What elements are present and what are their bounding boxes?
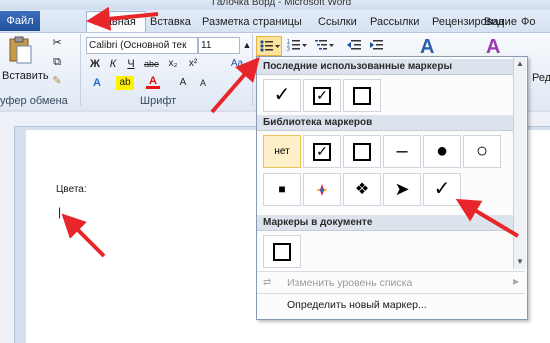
library-checkbox-marker[interactable]: ✓ (303, 135, 341, 168)
shrink-font-button[interactable]: A (196, 76, 210, 90)
tab-file[interactable]: Файл (0, 11, 40, 31)
styles-icon[interactable]: A (420, 36, 444, 58)
square-icon (353, 86, 371, 105)
font-size-combo[interactable]: 11 (198, 37, 240, 54)
editing-group-label: Реда (532, 72, 550, 84)
group-divider (252, 34, 253, 106)
scroll-down-icon[interactable]: ▼ (516, 257, 524, 266)
group-divider (80, 34, 81, 106)
menu-divider (257, 271, 525, 272)
decrease-indent-icon[interactable] (346, 37, 362, 53)
library-check-marker[interactable]: ✓ (423, 173, 461, 206)
recent-checkbox-marker[interactable]: ✓ (303, 79, 341, 112)
checkbox-icon: ✓ (313, 142, 331, 161)
font-group-label: Шрифт (140, 95, 177, 107)
font-color-icon[interactable]: A (146, 74, 160, 89)
highlight-icon[interactable]: ab (116, 76, 134, 90)
numbering-icon[interactable]: 123 (286, 37, 308, 53)
tab-home[interactable]: Главная (94, 14, 136, 30)
dash-marker[interactable]: – (383, 135, 421, 168)
clipboard-group-label: уфер обмена (0, 95, 68, 107)
flower-marker[interactable] (303, 173, 341, 206)
cut-icon[interactable]: ✂ (50, 36, 64, 50)
circle-marker[interactable]: ○ (463, 135, 501, 168)
none-marker[interactable]: нет (263, 135, 301, 168)
format-painter-icon[interactable]: ✎ (50, 74, 64, 88)
recent-square-marker[interactable] (343, 79, 381, 112)
document-markers-header: Маркеры в документе (257, 215, 517, 231)
strikethrough-button[interactable]: abe (144, 57, 159, 71)
library-square-marker[interactable] (343, 135, 381, 168)
tab-mailings[interactable]: Рассылки (370, 14, 419, 30)
italic-button[interactable]: К (106, 57, 120, 71)
increase-indent-icon[interactable] (368, 37, 384, 53)
document-square-marker[interactable] (263, 235, 301, 268)
dropdown-scrollbar[interactable]: ▲ ▼ (513, 57, 526, 269)
change-list-level-item: Изменить уровень списка (287, 277, 413, 289)
dot-marker[interactable]: ● (423, 135, 461, 168)
copy-icon[interactable]: ⧉ (50, 55, 64, 69)
recent-markers-header: Последние использованные маркеры (257, 59, 517, 75)
tab-format[interactable]: Фо (521, 14, 535, 30)
document-heading: Цвета: (56, 184, 87, 195)
underline-button[interactable]: Ч (124, 57, 138, 71)
text-effects-icon[interactable]: A (90, 76, 104, 90)
tab-page-layout[interactable]: Разметка страницы (202, 14, 302, 30)
text-cursor: | (58, 205, 62, 219)
square-icon (353, 142, 371, 161)
recent-check-marker[interactable]: ✓ (263, 79, 301, 112)
square-icon (273, 242, 291, 261)
window-title: Галочка Ворд - Microsoft Word (212, 0, 352, 8)
marker-library-header: Библиотека маркеров (257, 115, 517, 131)
font-name-combo[interactable]: Calibri (Основной тек (86, 37, 198, 54)
vertical-ruler[interactable] (0, 126, 15, 343)
bullets-button[interactable] (256, 36, 282, 56)
paste-button[interactable]: Вставить (2, 70, 49, 82)
flower-icon (316, 184, 328, 197)
scroll-up-icon[interactable]: ▲ (516, 59, 524, 68)
define-new-bullet-item[interactable]: Определить новый маркер... (257, 296, 549, 314)
tab-references[interactable]: Ссылки (318, 14, 357, 30)
change-styles-icon[interactable]: A (486, 36, 510, 58)
grow-font-button[interactable]: A (176, 76, 190, 90)
subscript-button[interactable]: x₂ (166, 57, 180, 71)
tab-view[interactable]: Вид (484, 14, 504, 30)
multilevel-list-icon[interactable] (314, 37, 336, 53)
arrowhead-marker[interactable]: ➤ (383, 173, 421, 206)
paste-icon[interactable] (6, 36, 34, 66)
diamonds-marker[interactable]: ❖ (343, 173, 381, 206)
tab-insert[interactable]: Вставка (150, 14, 191, 30)
bullets-icon (260, 40, 280, 52)
tab-review[interactable]: Рецензирование (432, 14, 517, 30)
small-square-marker[interactable]: ■ (263, 173, 301, 206)
superscript-button[interactable]: x² (186, 57, 200, 71)
bold-button[interactable]: Ж (88, 57, 102, 71)
checkbox-icon: ✓ (313, 86, 331, 105)
menu-divider (257, 293, 525, 294)
svg-text:3: 3 (287, 47, 290, 53)
clear-format-icon[interactable]: Aa (230, 57, 244, 71)
submenu-arrow-icon: ▶ (513, 277, 520, 286)
bullet-library-dropdown: Последние использованные маркеры ✓ ✓ Биб… (256, 56, 528, 320)
